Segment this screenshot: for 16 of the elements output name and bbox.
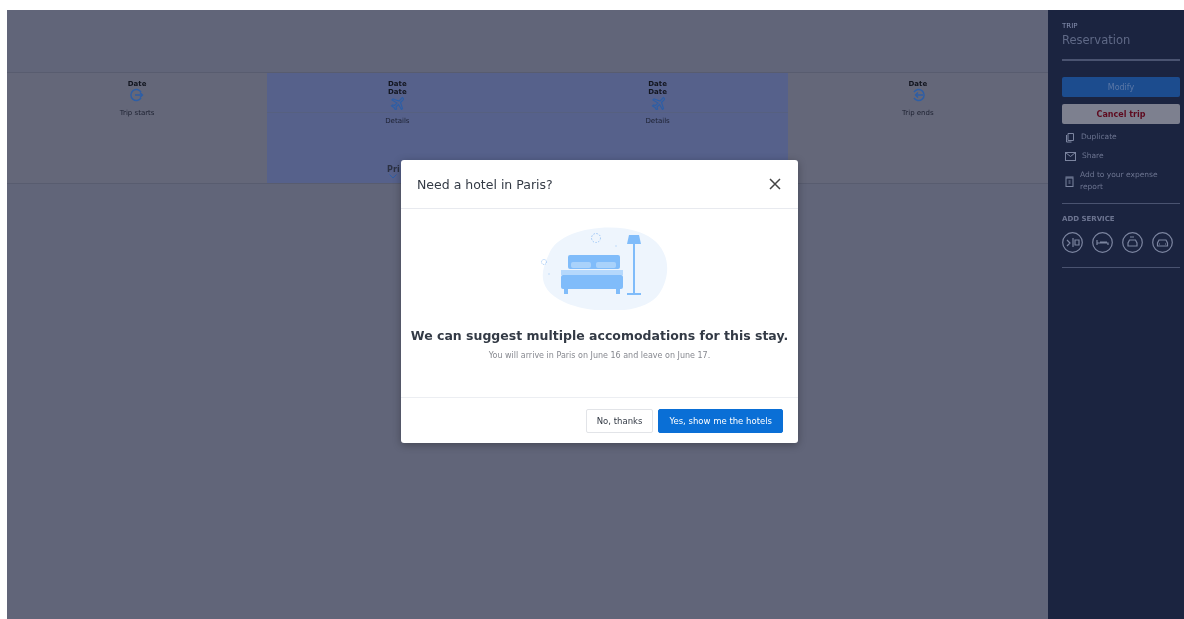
dialog-headline: We can suggest multiple accomodations for this stay. [410, 328, 789, 343]
receipt-icon [1065, 175, 1074, 187]
airplane-icon [390, 96, 405, 110]
copy-icon [1065, 131, 1075, 143]
airplane-icon [650, 96, 665, 110]
price-label: Pri [387, 165, 400, 174]
mail-icon [1065, 151, 1076, 161]
bed-icon[interactable] [1092, 232, 1113, 253]
trip-title: Reservation [1062, 33, 1180, 61]
show-hotels-button[interactable]: Yes, show me the hotels [658, 408, 783, 433]
dialog-text: You will arrive in Paris on June 16 and leave on June 17. [488, 351, 711, 360]
cancel-button[interactable]: Cancel trip [1062, 104, 1180, 124]
exit-arrow-icon [130, 88, 145, 102]
close-icon[interactable] [768, 177, 782, 191]
dialog-title: Need a hotel in Paris? [417, 176, 553, 192]
decline-button[interactable]: No, thanks [585, 408, 654, 433]
